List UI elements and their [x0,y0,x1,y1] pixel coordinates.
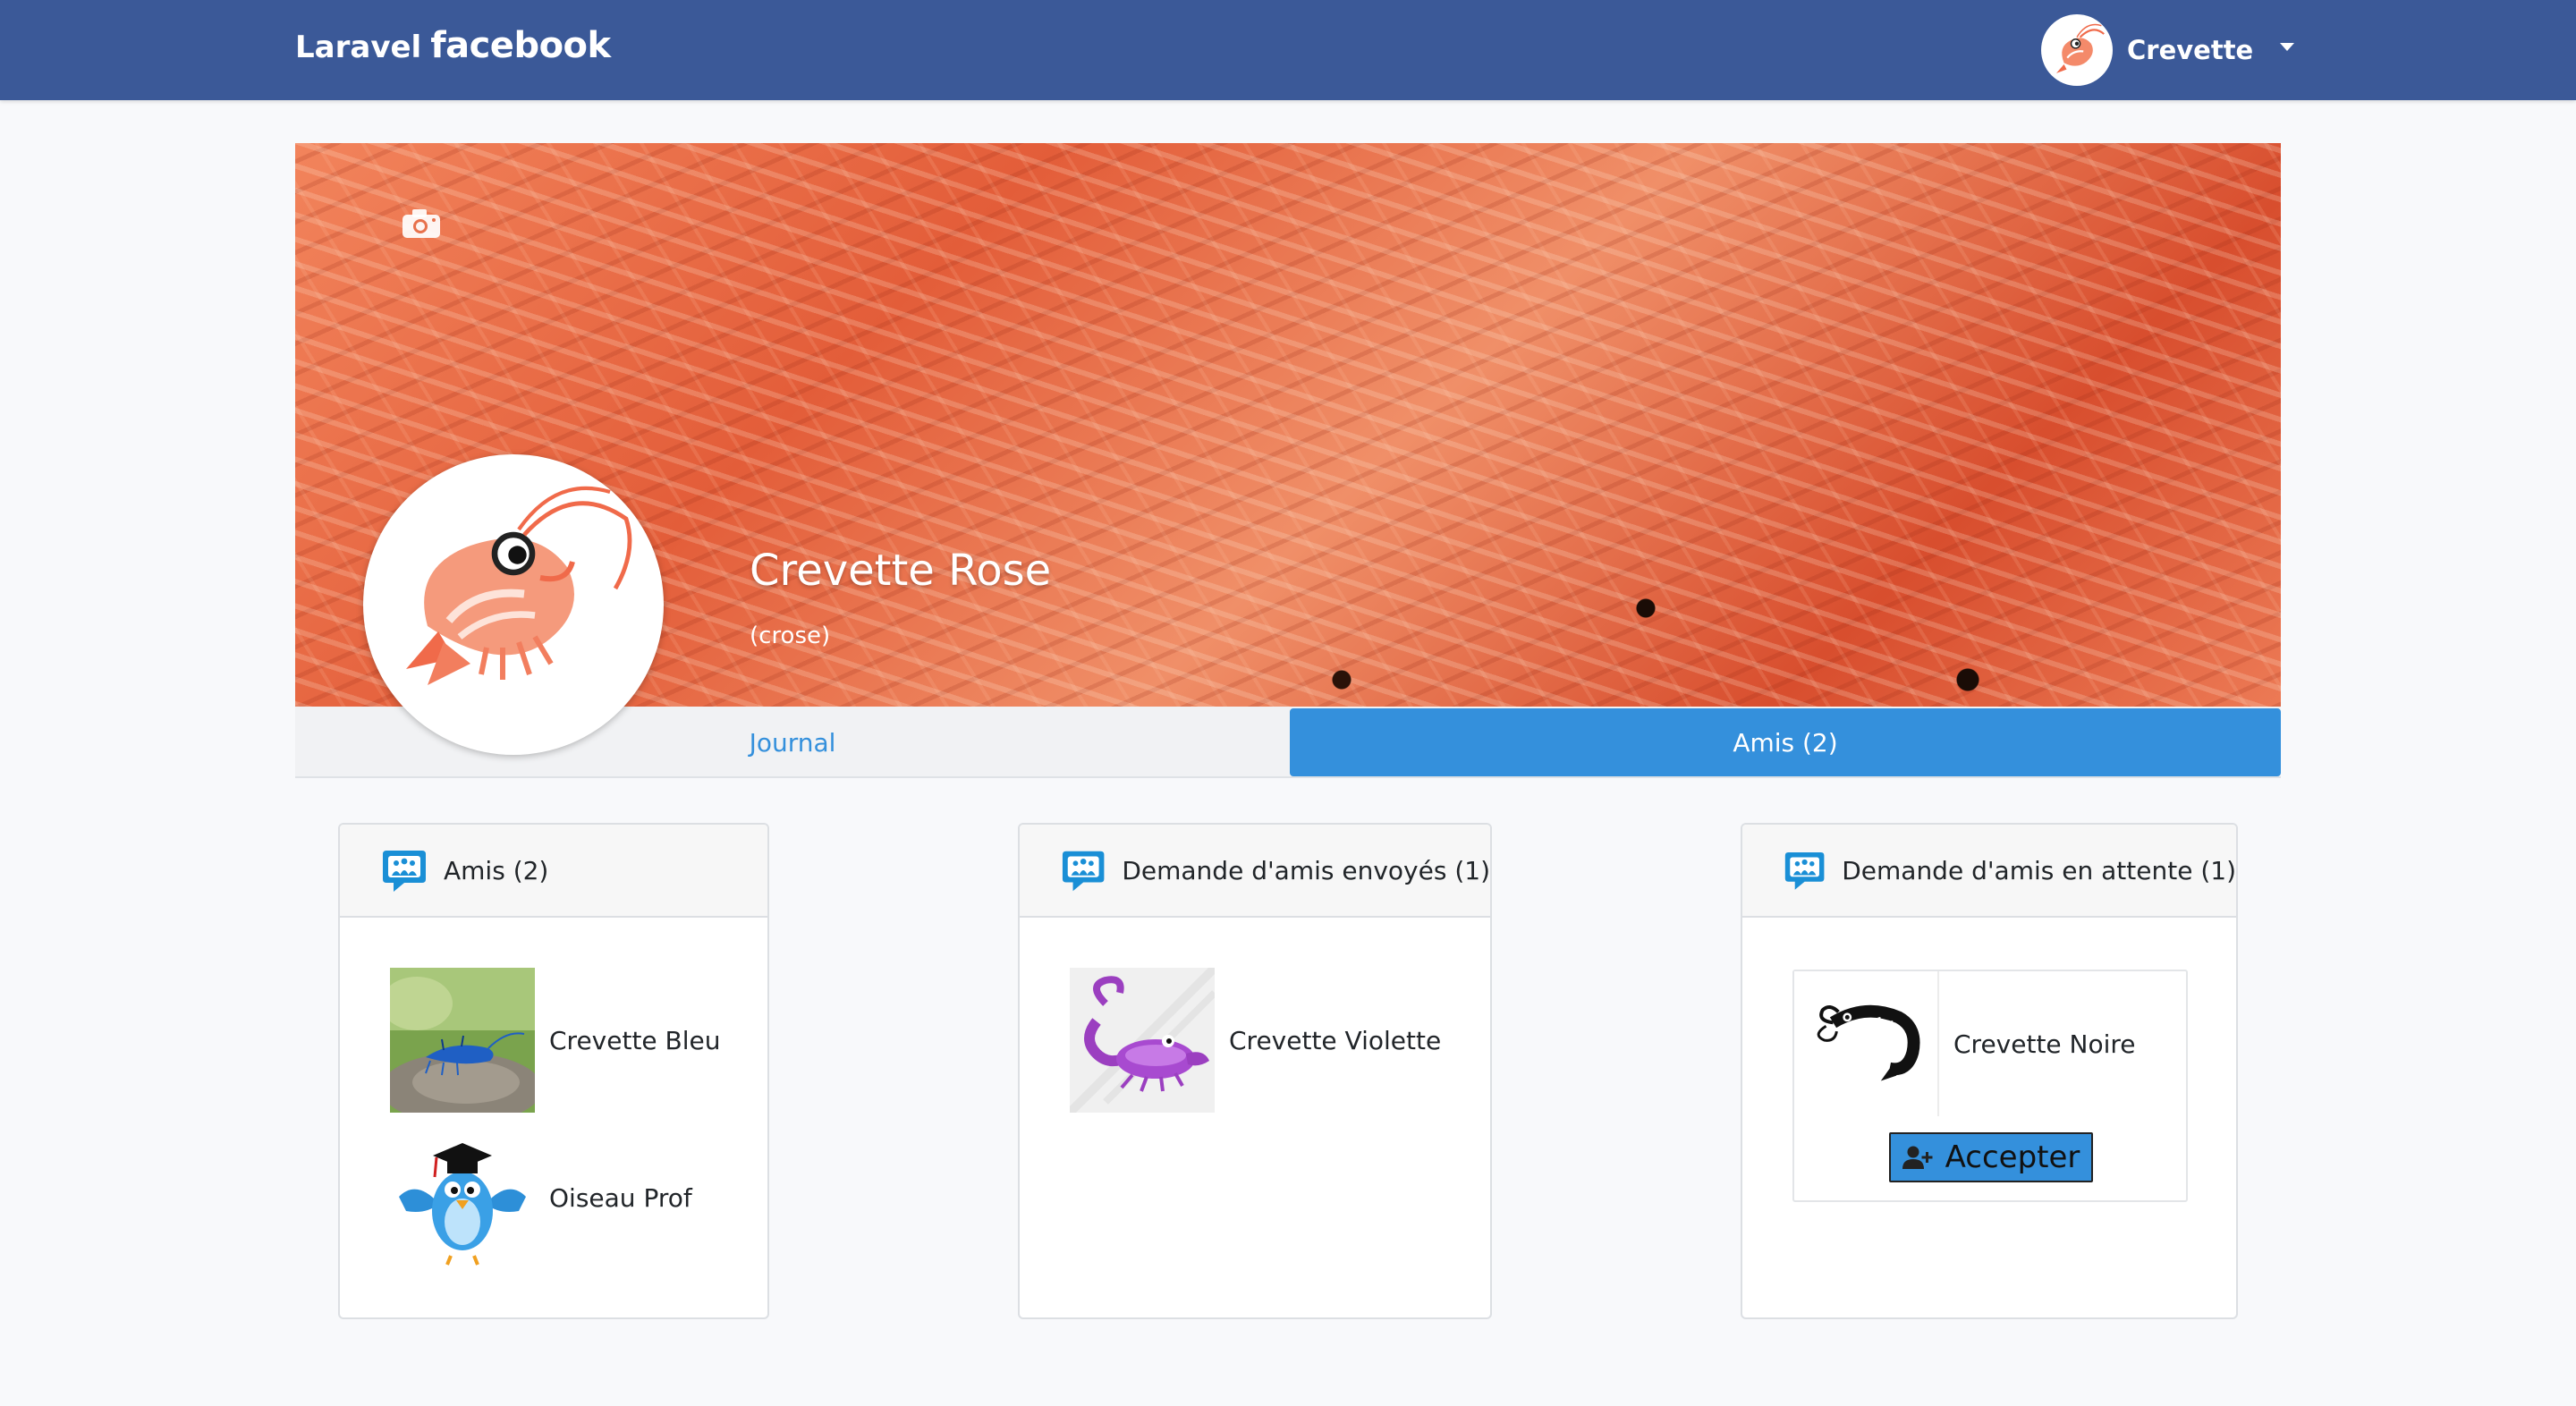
shrimp-avatar-icon [2041,14,2113,86]
brand-facebook: facebook [430,25,611,66]
friend-name: Oiseau Prof [549,1182,692,1213]
brand-logo[interactable]: Laravel facebook [295,25,611,66]
profile-name: Crevette Rose [750,546,1052,596]
top-navbar: Laravel facebook Crevette [0,0,2576,100]
friends-chat-icon [1062,851,1105,892]
pending-requests-card: Demande d'amis en attente (1) Crevette N… [1741,823,2238,1319]
bird-graduate-icon [390,1125,535,1270]
brand-laravel: Laravel [295,30,422,65]
nav-username: Crevette [2127,35,2254,65]
friend-item[interactable]: Crevette Violette [1070,968,1441,1113]
purple-scorpion-icon [1070,968,1215,1113]
profile-avatar[interactable] [363,454,664,755]
black-shrimp-icon [1794,971,1939,1116]
tab-friends[interactable]: Amis (2) [1290,708,2281,776]
friends-chat-icon [383,851,426,892]
sent-requests-card-header: Demande d'amis envoyés (1) [1020,825,1490,918]
accept-button[interactable]: Accepter [1889,1132,2093,1182]
friends-chat-icon [1784,852,1825,890]
user-plus-icon [1902,1145,1933,1170]
shrimp-avatar-icon [406,486,632,685]
user-menu-toggle[interactable]: Crevette [2041,14,2295,86]
pending-requests-card-header: Demande d'amis en attente (1) [1742,825,2236,918]
caret-down-icon [2280,42,2295,51]
friend-name: Crevette Bleu [549,1025,721,1055]
friend-item[interactable]: Crevette Bleu [390,968,721,1113]
pending-requests-card-title: Demande d'amis en attente (1) [1842,855,2236,885]
friend-name: Crevette Noire [1953,1029,2136,1059]
accept-button-label: Accepter [1945,1139,2080,1175]
friend-item[interactable]: Oiseau Prof [390,1125,692,1270]
friend-item[interactable]: Crevette Noire [1794,971,2136,1116]
friends-card: Amis (2) Crevette Bleu Oiseau Prof [338,823,769,1319]
blue-shrimp-photo [390,968,535,1113]
friends-card-title: Amis (2) [444,855,549,885]
sent-requests-card: Demande d'amis envoyés (1) Crevette Viol… [1018,823,1492,1319]
friends-card-header: Amis (2) [340,825,767,918]
friend-name: Crevette Violette [1229,1025,1442,1055]
pending-request-item: Crevette Noire Accepter [1792,970,2188,1202]
camera-icon[interactable] [401,208,442,243]
sent-requests-card-title: Demande d'amis envoyés (1) [1122,855,1490,885]
profile-username: (crose) [750,623,831,649]
